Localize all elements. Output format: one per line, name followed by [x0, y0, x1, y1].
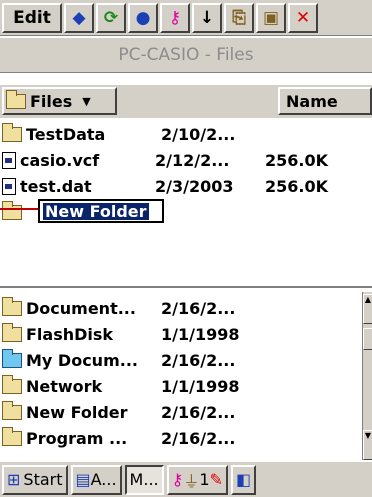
taskbar-app-button[interactable]: ▤ A... [70, 464, 122, 495]
folder-date: 2/16/2... [161, 298, 236, 318]
pen-icon[interactable]: ✎ [210, 470, 223, 489]
name-column-label: Name [286, 91, 338, 111]
file-name: casio.vcf [20, 150, 100, 170]
list-item[interactable] [2, 200, 22, 224]
system-tray: ⚷ ⏚ 1 ✎ [166, 464, 228, 495]
taskbar-active-button[interactable]: M... [124, 464, 164, 495]
refresh-icon[interactable]: ⟳ [96, 2, 126, 33]
folder-icon [2, 200, 22, 220]
copy-icon[interactable]: ⎘ [224, 2, 254, 33]
file-date: 2/3/2003 [155, 176, 234, 196]
toolbar: Edit ◆ ⟳ ● ⚷ ↓ ⎘ ▣ ✕ [0, 0, 372, 36]
tree-item[interactable]: Network 1/1/1998 [2, 374, 271, 398]
folder-date: 2/16/2... [161, 428, 236, 448]
tree-item[interactable]: New Folder 2/16/2... [2, 400, 271, 424]
file-name: test.dat [20, 176, 92, 196]
file-size: 256.0K [265, 150, 329, 170]
back-icon[interactable]: ◆ [64, 2, 94, 33]
tree-item[interactable]: Document... 2/16/2... [2, 296, 271, 320]
folder-name: My Docum... [26, 350, 138, 370]
file-icon [2, 177, 16, 195]
start-label: Start [23, 470, 63, 489]
folder-icon [2, 122, 22, 142]
files-dropdown-label: Files [30, 91, 73, 111]
folder-date: 2/16/2... [161, 402, 236, 422]
task-label: A... [90, 470, 117, 489]
down-arrow-icon[interactable]: ↓ [192, 2, 222, 33]
column-header-row: Files ▼ Name [0, 85, 372, 118]
scroll-down-icon[interactable]: ▼ [363, 430, 372, 460]
tree-item[interactable]: FlashDisk 1/1/1998 [2, 322, 271, 346]
start-button[interactable]: ⊞ Start [2, 464, 68, 495]
name-column-header[interactable]: Name [278, 87, 372, 115]
window-title-bar: PC-CASIO - Files [0, 37, 372, 73]
folder-icon [2, 426, 22, 446]
tree-item[interactable]: My Docum... 2/16/2... [2, 348, 271, 372]
chevron-down-icon: ▼ [82, 94, 91, 108]
file-date: 2/10/2... [161, 124, 236, 144]
folder-name: New Folder [26, 402, 128, 422]
folder-icon [2, 322, 22, 342]
folder-date: 1/1/1998 [161, 324, 240, 344]
app-icon: ▤ [75, 470, 91, 489]
vertical-scrollbar[interactable]: ▲ ▼ [362, 292, 372, 460]
key-icon[interactable]: ⚷ [172, 470, 184, 489]
folder-name: Program ... [26, 428, 128, 448]
folder-tree: Document... 2/16/2... FlashDisk 1/1/1998… [0, 292, 362, 460]
folder-date: 1/1/1998 [161, 376, 240, 396]
my-documents-folder-icon [2, 348, 22, 368]
windows-logo-icon: ⊞ [7, 470, 21, 489]
folder-name: Network [26, 376, 103, 396]
folder-icon [2, 296, 22, 316]
file-date: 2/12/2... [155, 150, 230, 170]
taskbar: ⊞ Start ▤ A... M... ⚷ ⏚ 1 ✎ ◧ [0, 460, 372, 497]
window-title: PC-CASIO - Files [118, 45, 254, 65]
folder-date: 2/16/2... [161, 350, 236, 370]
file-icon [2, 151, 16, 169]
file-size: 256.0K [265, 176, 329, 196]
desktop-icon[interactable]: ◧ [230, 464, 257, 495]
folder-icon [2, 374, 22, 394]
paste-icon[interactable]: ▣ [256, 2, 286, 33]
folder-name: Document... [26, 298, 136, 318]
files-dropdown[interactable]: Files ▼ [2, 87, 117, 115]
rename-field-selection: New Folder [43, 202, 149, 221]
task-label: M... [129, 470, 159, 489]
rename-field[interactable]: New Folder [38, 199, 164, 223]
scroll-thumb[interactable] [363, 328, 372, 350]
folder-icon [6, 89, 26, 109]
scroll-up-icon[interactable]: ▲ [363, 294, 372, 324]
list-item[interactable]: casio.vcf 2/12/2... 256.0K [2, 148, 328, 172]
folder-icon [2, 400, 22, 420]
globe-icon[interactable]: ● [128, 2, 158, 33]
tree-item[interactable]: Program ... 2/16/2... [2, 426, 271, 450]
edit-menu-button[interactable]: Edit [2, 2, 62, 33]
delete-icon[interactable]: ✕ [288, 2, 318, 33]
list-item[interactable]: TestData 2/10/2... [2, 122, 271, 146]
tray-number: 1 [199, 470, 210, 489]
key-icon[interactable]: ⚷ [160, 2, 190, 33]
network-icon[interactable]: ⏚ [183, 468, 199, 492]
list-item[interactable]: test.dat 2/3/2003 256.0K [2, 174, 328, 198]
folder-name: FlashDisk [26, 324, 114, 344]
file-name: TestData [26, 124, 106, 144]
